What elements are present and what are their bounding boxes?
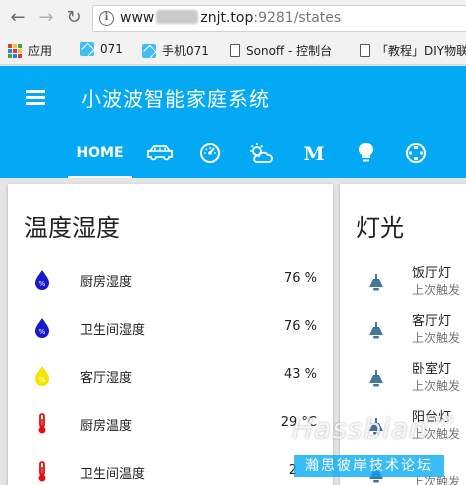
entity-name: 卫生间湿度 <box>80 323 146 338</box>
entity-value: 76 % <box>283 319 317 334</box>
card-title: 灯光 <box>356 214 404 242</box>
url-path: :9281/states <box>253 10 342 26</box>
light-row[interactable]: 卧室灯 上次触发 <box>340 356 466 404</box>
tab-lights[interactable] <box>352 128 380 178</box>
bookmark-tutorial[interactable]: 「教程」DIY物联 <box>360 42 466 59</box>
ceiling-light-icon <box>369 274 383 291</box>
entity-row[interactable]: % 客厅湿度 43 % <box>8 356 333 396</box>
entity-row[interactable]: 卫生间温度 2 <box>8 452 333 485</box>
water-percent-icon: % <box>35 270 49 290</box>
bookmark-apps[interactable]: 应用 <box>8 42 52 59</box>
entity-value: 76 % <box>283 271 317 286</box>
light-row[interactable]: 饭厅灯 上次触发 <box>340 260 466 308</box>
svg-text:%: % <box>39 280 46 288</box>
ceiling-light-icon <box>369 370 383 387</box>
watermark-logo-text: Hassbian <box>292 412 428 445</box>
bookmark-label: 手机071 <box>162 44 209 58</box>
entity-name: 厨房温度 <box>80 419 133 434</box>
light-name: 卧室灯 <box>412 362 452 377</box>
entity-name: 厨房湿度 <box>80 275 133 290</box>
gauge-icon <box>200 143 220 163</box>
url-text[interactable]: www znjt.top:9281/states <box>120 10 341 26</box>
bookmarks-bar: 应用 071 手机071 Sonoff - 控制台 「教程」DIY物联 <box>0 37 466 65</box>
forward-icon[interactable]: → <box>36 8 56 28</box>
light-name: 客厅灯 <box>412 314 452 329</box>
lan-icon <box>406 143 426 163</box>
tab-car[interactable] <box>145 128 175 178</box>
svg-text:M: M <box>303 143 324 163</box>
last-triggered: 上次触发 <box>412 283 461 297</box>
ceiling-light-icon <box>369 322 383 339</box>
info-icon[interactable]: i <box>99 11 114 26</box>
bookmark-label: 「教程」DIY物联 <box>376 44 466 58</box>
bookmark-071[interactable]: 071 <box>80 42 123 56</box>
page-icon <box>230 44 240 57</box>
entity-name: 客厅湿度 <box>80 371 133 386</box>
page-icon <box>360 44 370 57</box>
bookmark-label: Sonoff - 控制台 <box>246 44 333 58</box>
entity-value: 43 % <box>283 367 317 382</box>
url-host: znjt.top <box>200 10 254 26</box>
water-percent-icon: % <box>35 318 49 338</box>
browser-toolbar: ← → ↻ i www znjt.top:9281/states <box>0 0 466 37</box>
svg-text:%: % <box>39 376 46 384</box>
entity-row[interactable]: 厨房温度 29 °C <box>8 404 333 444</box>
app-title: 小波波智能家庭系统 <box>81 87 270 111</box>
bookmark-label: 071 <box>100 42 123 56</box>
last-triggered: 上次触发 <box>412 331 461 345</box>
home-assistant-icon <box>80 42 94 56</box>
back-icon[interactable]: ← <box>8 8 28 28</box>
thermometer-icon <box>38 461 46 482</box>
light-row[interactable]: 客厅灯 上次触发 <box>340 308 466 356</box>
view-tabs: HOME M <box>0 128 466 178</box>
mi-logo-icon: M <box>303 143 324 163</box>
tab-home[interactable]: HOME <box>68 128 132 178</box>
url-redacted <box>156 10 199 24</box>
water-percent-icon: % <box>35 366 49 386</box>
car-icon <box>147 145 173 161</box>
site-watermark: Hassbian .com 瀚思彼岸技术论坛 <box>288 412 466 485</box>
bookmark-phone-071[interactable]: 手机071 <box>142 42 209 59</box>
entity-row[interactable]: % 卫生间湿度 76 % <box>8 308 333 348</box>
svg-text:%: % <box>39 328 46 336</box>
light-name: 饭厅灯 <box>412 266 452 281</box>
menu-icon[interactable] <box>26 90 46 106</box>
weather-partly-cloudy-icon <box>250 143 273 163</box>
bookmark-sonoff[interactable]: Sonoff - 控制台 <box>230 42 332 59</box>
entity-row[interactable]: % 厨房湿度 76 % <box>8 260 333 300</box>
bookmark-label: 应用 <box>28 44 53 58</box>
home-assistant-icon <box>142 43 156 58</box>
tab-weather[interactable] <box>246 128 276 178</box>
app-header: 小波波智能家庭系统 HOME M <box>0 66 466 178</box>
card-title: 温度湿度 <box>24 214 120 242</box>
temp-humidity-card: 温度湿度 % 厨房湿度 76 % % 卫生间湿度 76 % % 客厅湿度 43 … <box>8 184 333 485</box>
address-bar[interactable]: i www znjt.top:9281/states <box>92 5 466 32</box>
apps-grid-icon <box>8 43 22 58</box>
entity-name: 卫生间温度 <box>80 467 146 482</box>
watermark-forum-name: 瀚思彼岸技术论坛 <box>294 455 444 477</box>
tab-gauge[interactable] <box>196 128 224 178</box>
thermometer-icon <box>38 413 46 434</box>
reload-icon[interactable]: ↻ <box>64 8 84 28</box>
lightbulb-icon <box>358 142 374 162</box>
tab-network[interactable] <box>402 128 430 178</box>
tab-mi[interactable]: M <box>300 128 328 178</box>
url-prefix: www <box>120 10 155 26</box>
last-triggered: 上次触发 <box>412 379 461 393</box>
watermark-domain: .com <box>422 412 454 427</box>
